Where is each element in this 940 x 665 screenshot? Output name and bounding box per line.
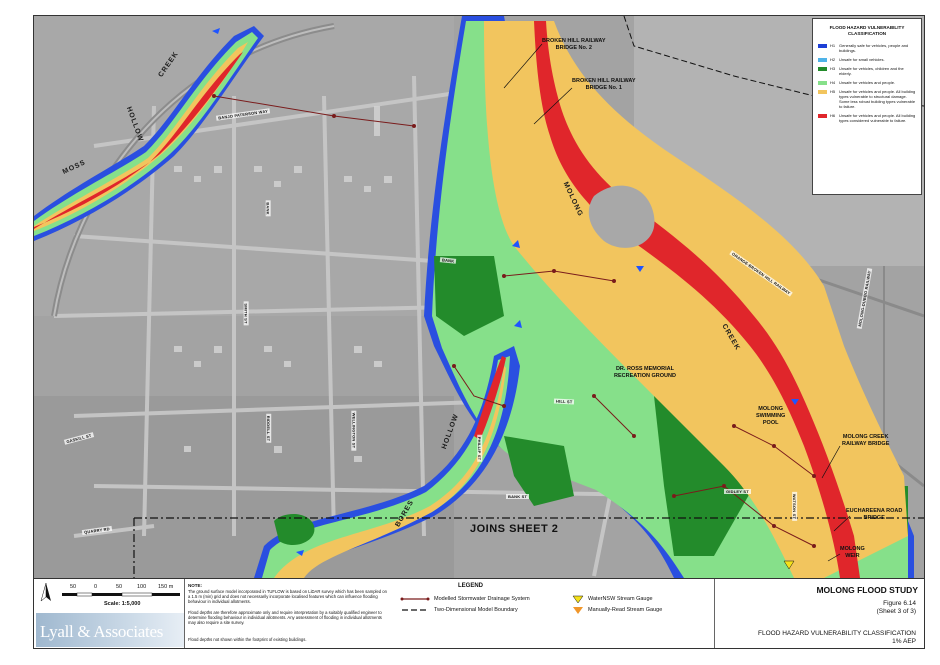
scale-tick-2: 0: [94, 584, 98, 590]
note-3: Flood depths not shown within the footpr…: [188, 637, 307, 642]
hazard-class-h5: H5 Unsafe for vehicles and people. All bu…: [818, 89, 916, 109]
flood-map[interactable]: BROKEN HILL RAILWAY BRIDGE No. 2 BROKEN …: [34, 16, 924, 578]
logo-text: Lyall & Associates: [40, 622, 164, 641]
hazard-description: Unsafe for small vehicles.: [839, 57, 885, 62]
scale-tick-4: 100: [137, 584, 147, 590]
company-logo: Lyall & Associates: [36, 613, 184, 647]
hazard-swatch: [818, 44, 827, 48]
legend-symbols-left: [400, 597, 430, 611]
hazard-code: H3: [830, 66, 836, 71]
label-bank-st: BANK ST: [506, 494, 530, 499]
scale-bar: [62, 592, 180, 597]
map-graphics: [34, 16, 924, 578]
note-2: Flood depths are therefore approximate o…: [188, 610, 382, 626]
label-hill-street: HILL ST: [553, 398, 575, 405]
label-wellington-street: WELLINGTON ST: [351, 410, 357, 451]
label-dr-ross-recreation-ground: DR. ROSS MEMORIAL RECREATION GROUND: [614, 366, 676, 379]
hazard-swatch: [818, 58, 827, 62]
hazard-description: Unsafe for vehicles, children and the el…: [839, 66, 904, 76]
figure-number: Figure 6.14: [883, 600, 916, 607]
label-molong-creek-railway-bridge: MOLONG CREEK RAILWAY BRIDGE: [842, 434, 890, 447]
figure-sheet: (Sheet 3 of 3): [876, 608, 916, 615]
hazard-code: H5: [830, 89, 836, 94]
north-arrow-icon: [40, 583, 51, 602]
hazard-swatch: [818, 114, 827, 118]
scale-tick-3: 50: [116, 584, 123, 590]
hazard-classification-legend: FLOOD HAZARD VULNERABILITY CLASSIFICATIO…: [812, 18, 922, 195]
figure-aep: 1% AEP: [892, 638, 916, 645]
label-euchareena-road-bridge: EUCHAREENA ROAD BRIDGE: [846, 508, 903, 521]
study-title: MOLONG FLOOD STUDY: [816, 585, 918, 595]
legend-model-boundary: Two-Dimensional Model Boundary: [434, 607, 518, 613]
legend-drainage: Modelled Stormwater Drainage System: [434, 596, 530, 602]
hazard-description: Generally safe for vehicles, people and …: [839, 43, 909, 53]
scale-tick-1: 50: [70, 584, 77, 590]
label-gidley-street: GIDLEY ST: [724, 489, 751, 494]
hazard-swatch: [818, 90, 827, 94]
map-sheet: BROKEN HILL RAILWAY BRIDGE No. 2 BROKEN …: [0, 0, 940, 665]
joins-sheet-label: JOINS SHEET 2: [470, 523, 559, 535]
legend-waternsw-gauge: WaterNSW Stream Gauge: [588, 596, 653, 602]
scale-tick-5: 150 m: [158, 584, 174, 590]
label-riddell-street: RIDDELL ST: [266, 413, 272, 444]
hazard-code: H6: [830, 113, 836, 118]
hazard-class-h4: H4 Unsafe for vehicles and people.: [818, 80, 916, 85]
hazard-code: H4: [830, 80, 836, 85]
hazard-class-h2: H2 Unsafe for small vehicles.: [818, 57, 916, 62]
hazard-code: H2: [830, 57, 836, 62]
hazard-swatch: [818, 67, 827, 71]
map-footer: 50 0 50 100 150 m Scale: 1:5,000 Lyall &…: [34, 578, 924, 648]
hazard-class-h3: H3 Unsafe for vehicles, children and the …: [818, 66, 916, 76]
figure-frame: BROKEN HILL RAILWAY BRIDGE No. 2 BROKEN …: [33, 15, 925, 649]
label-broken-hill-bridge-1: BROKEN HILL RAILWAY BRIDGE No. 1: [572, 78, 636, 91]
hazard-description: Unsafe for vehicles and people. All buil…: [839, 113, 916, 123]
legend-symbols-right: [572, 595, 584, 614]
label-broken-hill-bridge-2: BROKEN HILL RAILWAY BRIDGE No. 2: [542, 38, 606, 51]
note-1: The ground surface model incorporated in…: [188, 589, 387, 605]
figure-title: FLOOD HAZARD VULNERABILITY CLASSIFICATIO…: [758, 630, 916, 637]
hazard-swatch: [818, 81, 827, 85]
hazard-legend-title: FLOOD HAZARD VULNERABILITY CLASSIFICATIO…: [829, 25, 905, 36]
label-molong-swimming-pool: MOLONG SWIMMING POOL: [756, 406, 786, 426]
hazard-class-h1: H1 Generally safe for vehicles, people an…: [818, 43, 916, 53]
label-watson-street: WATSON ST: [792, 491, 798, 522]
legend-manual-gauge: Manually-Read Stream Gauge: [588, 607, 663, 613]
label-bank-street-2: BANK: [265, 200, 271, 217]
hazard-classes: H1 Generally safe for vehicles, people an…: [818, 43, 916, 123]
legend-heading: LEGEND: [458, 583, 484, 589]
hazard-code: H1: [830, 43, 836, 48]
scale-ratio: Scale: 1:5,000: [104, 601, 141, 607]
hazard-description: Unsafe for vehicles and people.: [839, 80, 896, 85]
hazard-description: Unsafe for vehicles and people. All buil…: [839, 89, 916, 109]
hazard-class-h6: H6 Unsafe for vehicles and people. All bu…: [818, 113, 916, 123]
note-heading: NOTE:: [188, 583, 202, 588]
label-molong-weir: MOLONG WEIR: [840, 546, 865, 559]
label-smith-street: SMITH ST: [243, 301, 249, 326]
label-phillip-street: PHILLIP ST: [477, 434, 483, 463]
